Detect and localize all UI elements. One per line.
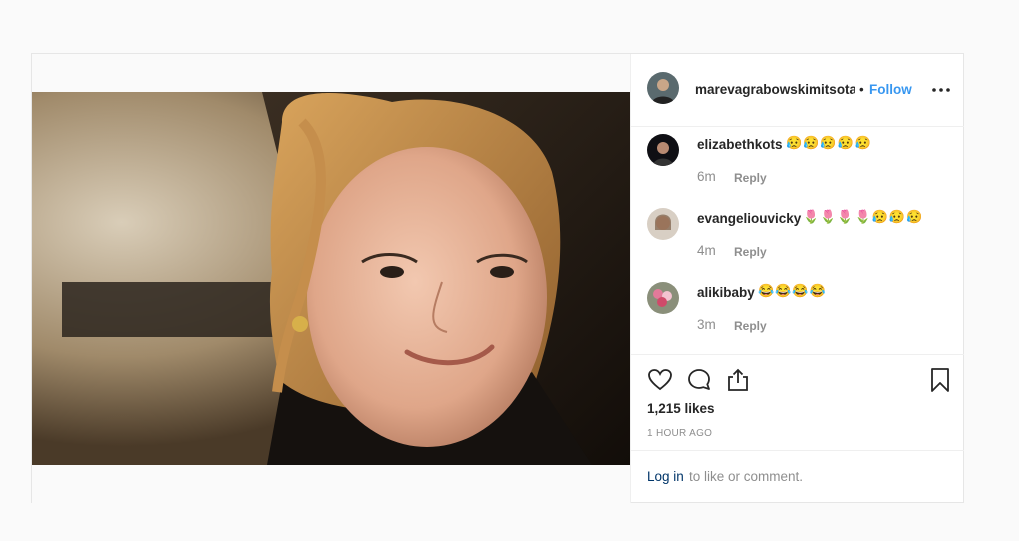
comment-username[interactable]: elizabethkots bbox=[697, 137, 783, 152]
comment-item: elizabethkots 😥😥😥😥😥 6m Reply bbox=[631, 126, 964, 200]
comment-item: evangeliouvicky 🌷🌷🌷🌷😥😥😥 4m Reply bbox=[631, 200, 964, 274]
comment-text: 🌷🌷🌷🌷😥😥😥 bbox=[803, 209, 924, 224]
commenter-avatar[interactable] bbox=[647, 208, 679, 240]
comments-list: elizabethkots 😥😥😥😥😥 6m Reply evangeliouv… bbox=[631, 126, 964, 354]
author-username[interactable]: marevagrabowskimitsotal bbox=[695, 82, 855, 97]
post-header: marevagrabowskimitsotal • Follow bbox=[631, 54, 964, 127]
post-actions: 1,215 likes 1 HOUR AGO bbox=[631, 354, 964, 451]
comment-time[interactable]: 3m bbox=[697, 317, 716, 332]
login-prompt: Log in to like or comment. bbox=[631, 450, 964, 504]
comment-time[interactable]: 6m bbox=[697, 169, 716, 184]
post-media bbox=[32, 54, 630, 503]
post-timestamp[interactable]: 1 HOUR AGO bbox=[647, 428, 712, 439]
likes-count[interactable]: 1,215 likes bbox=[647, 401, 715, 416]
login-prompt-text: to like or comment. bbox=[689, 469, 804, 484]
separator-dot: • bbox=[859, 82, 864, 97]
comment-username[interactable]: alikibaby bbox=[697, 285, 755, 300]
comment-time[interactable]: 4m bbox=[697, 243, 716, 258]
comment-text: 😥😥😥😥😥 bbox=[786, 135, 872, 150]
comment-item: alikibaby 😂😂😂😂 3m Reply bbox=[631, 274, 964, 348]
more-options-icon[interactable] bbox=[931, 80, 951, 100]
author-avatar[interactable] bbox=[647, 72, 679, 104]
follow-button[interactable]: Follow bbox=[869, 82, 912, 97]
commenter-avatar[interactable] bbox=[647, 282, 679, 314]
share-icon[interactable] bbox=[725, 367, 751, 393]
post-photo[interactable] bbox=[32, 92, 630, 465]
reply-button[interactable]: Reply bbox=[734, 319, 767, 333]
reply-button[interactable]: Reply bbox=[734, 171, 767, 185]
login-link[interactable]: Log in bbox=[647, 469, 684, 484]
reply-button[interactable]: Reply bbox=[734, 245, 767, 259]
heart-icon[interactable] bbox=[647, 367, 673, 393]
comment-icon[interactable] bbox=[686, 367, 712, 393]
post-card: marevagrabowskimitsotal • Follow elizabe… bbox=[31, 53, 964, 503]
comment-username[interactable]: evangeliouvicky bbox=[697, 211, 801, 226]
bookmark-icon[interactable] bbox=[927, 367, 953, 393]
post-sidebar: marevagrabowskimitsotal • Follow elizabe… bbox=[630, 54, 964, 503]
comment-text: 😂😂😂😂 bbox=[758, 283, 827, 298]
commenter-avatar[interactable] bbox=[647, 134, 679, 166]
